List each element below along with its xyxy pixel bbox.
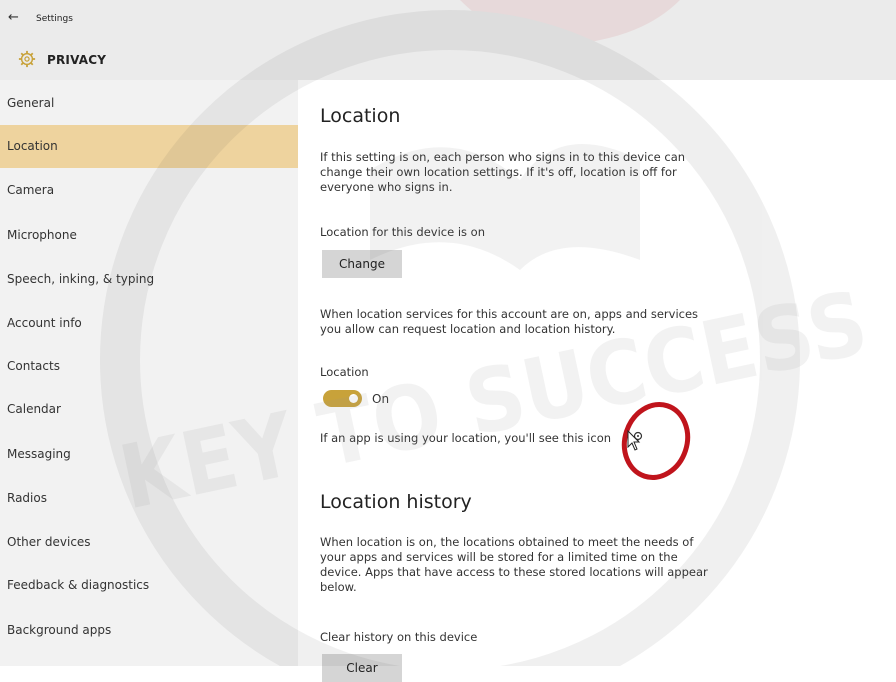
sidebar-item-radios[interactable]: Radios (0, 477, 298, 520)
sidebar-item-microphone[interactable]: Microphone (0, 214, 298, 257)
sidebar-item-account-info[interactable]: Account info (0, 302, 298, 345)
sidebar-item-contacts[interactable]: Contacts (0, 345, 298, 388)
gear-icon (18, 50, 36, 68)
location-heading: Location (320, 105, 401, 127)
toggle-state-text: On (372, 392, 390, 406)
services-text: When location services for this account … (320, 307, 699, 336)
change-button[interactable]: Change (322, 250, 402, 278)
sidebar-item-background-apps[interactable]: Background apps (0, 609, 298, 652)
back-button[interactable]: ← (8, 10, 19, 25)
window-title: Settings (36, 14, 73, 24)
sidebar-item-messaging[interactable]: Messaging (0, 433, 298, 476)
page-title: PRIVACY (47, 53, 107, 67)
sidebar-item-camera[interactable]: Camera (0, 169, 298, 212)
history-text: When location is on, the locations obtai… (320, 535, 708, 594)
icon-hint-text: If an app is using your location, you'll… (320, 431, 612, 445)
device-status-text: Location for this device is on (320, 225, 485, 239)
sidebar: General Location Camera Microphone Speec… (0, 80, 298, 666)
clear-button[interactable]: Clear (322, 654, 402, 682)
sidebar-item-general[interactable]: General (0, 82, 298, 125)
sidebar-item-feedback[interactable]: Feedback & diagnostics (0, 564, 298, 607)
intro-text: If this setting is on, each person who s… (320, 150, 686, 194)
toggle-label: Location (320, 365, 369, 379)
main-content: Location If this setting is on, each per… (298, 80, 896, 682)
clear-history-label: Clear history on this device (320, 630, 478, 644)
sidebar-item-other-devices[interactable]: Other devices (0, 521, 298, 564)
sidebar-item-speech[interactable]: Speech, inking, & typing (0, 258, 298, 301)
location-toggle[interactable] (323, 390, 362, 407)
toggle-knob (349, 394, 358, 403)
sidebar-item-calendar[interactable]: Calendar (0, 388, 298, 431)
location-pin-icon (633, 431, 643, 443)
title-bar: ← Settings PRIVACY (0, 0, 896, 80)
history-heading: Location history (320, 491, 472, 513)
sidebar-item-location[interactable]: Location (0, 125, 298, 168)
